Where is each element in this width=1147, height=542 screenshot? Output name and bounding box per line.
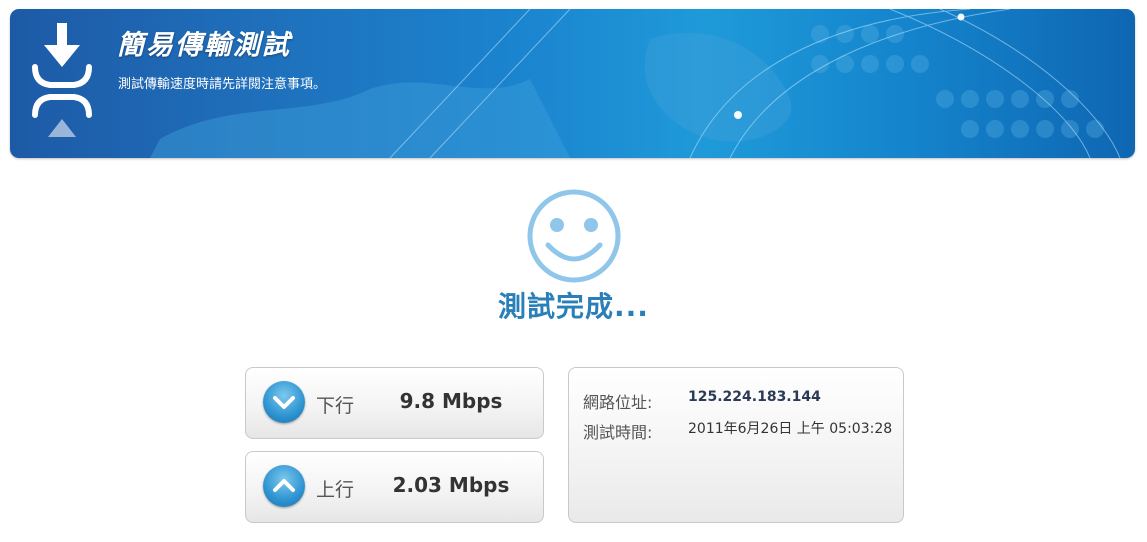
download-speed-card: 下行 9.8 Mbps xyxy=(245,367,544,439)
smiley-face-icon xyxy=(527,189,621,283)
download-button[interactable] xyxy=(263,381,305,423)
ip-address-value: 125.224.183.144 xyxy=(688,389,821,405)
ip-address-label: 網路位址: xyxy=(583,393,653,412)
transfer-icon xyxy=(32,23,92,137)
upload-speed-card: 上行 2.03 Mbps xyxy=(245,451,544,523)
page-subtitle: 測試傳輸速度時請先詳閱注意事項。 xyxy=(118,77,327,92)
test-info-panel: 網路位址: 125.224.183.144 測試時間: 2011年6月26日 上… xyxy=(568,367,904,523)
test-status: 測試完成... xyxy=(498,290,649,323)
page-title: 簡易傳輸測試 xyxy=(117,30,291,61)
download-speed-value: 9.8 Mbps xyxy=(399,389,503,413)
test-time-label: 測試時間: xyxy=(583,423,653,442)
chevron-down-icon xyxy=(273,396,295,409)
upload-button[interactable] xyxy=(263,465,305,507)
header-banner: 簡易傳輸測試 測試傳輸速度時請先詳閱注意事項。 xyxy=(10,9,1135,158)
download-label: 下行 xyxy=(316,395,355,417)
chevron-up-icon xyxy=(273,479,295,492)
upload-label: 上行 xyxy=(316,479,355,501)
test-time-value: 2011年6月26日 上午 05:03:28 xyxy=(688,421,893,437)
upload-speed-value: 2.03 Mbps xyxy=(392,473,510,497)
